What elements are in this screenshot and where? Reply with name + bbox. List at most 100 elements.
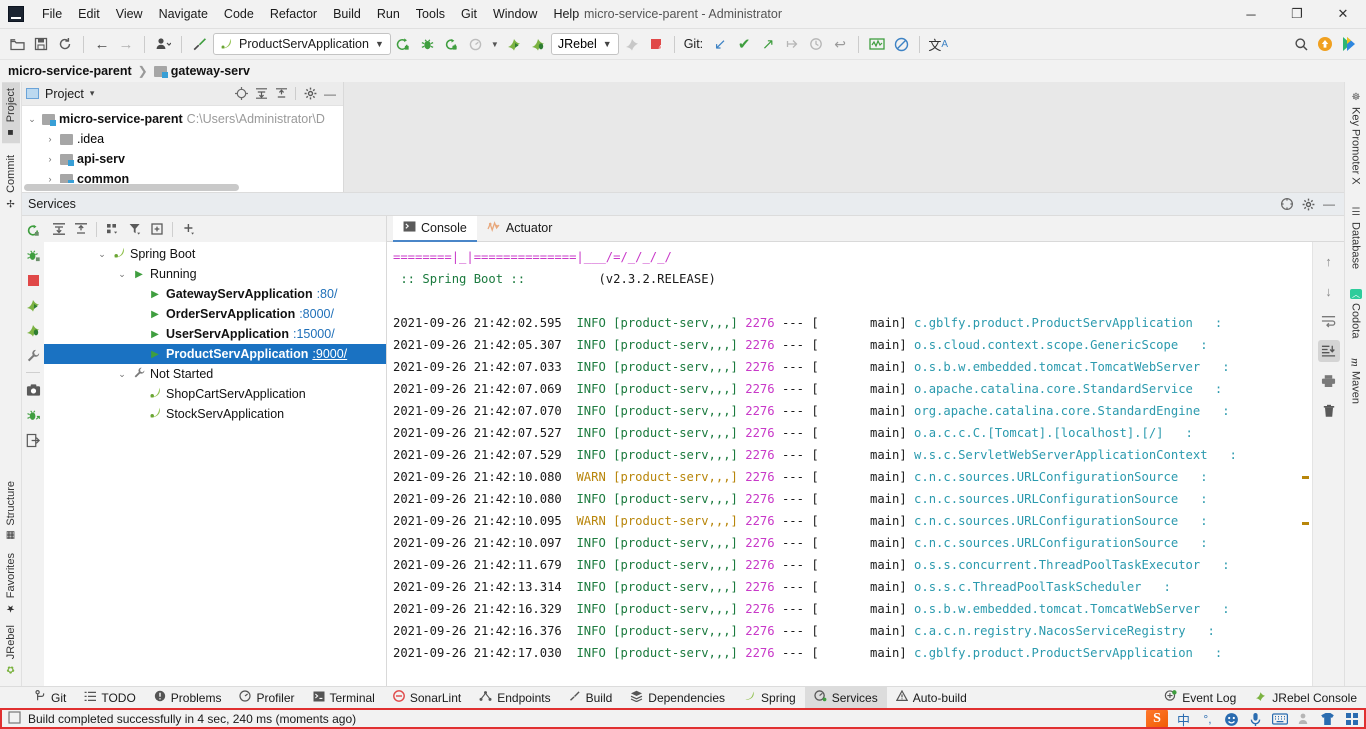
user-icon[interactable] <box>1295 711 1312 728</box>
monitor-icon[interactable] <box>866 33 888 55</box>
expand-all-icon[interactable] <box>252 85 270 103</box>
tab-console[interactable]: Console <box>393 215 477 242</box>
chevron-down-icon[interactable]: ▾ <box>90 88 95 99</box>
run-coverage-icon[interactable] <box>441 33 463 55</box>
sidebar-item-favorites[interactable]: ★ Favorites <box>2 547 20 619</box>
sync-icon[interactable] <box>54 33 76 55</box>
soft-wrap-icon[interactable] <box>1318 310 1340 332</box>
sidebar-item-commit[interactable]: ✢ Commit <box>2 149 20 214</box>
bottom-tab-terminal[interactable]: Terminal <box>304 687 384 709</box>
bottom-tab-build[interactable]: Build <box>560 687 622 709</box>
tree-node-product-serv-application[interactable]: ▶ ProductServApplication :9000/ <box>44 344 386 364</box>
chevron-right-icon[interactable]: › <box>44 134 56 144</box>
expand-all-icon[interactable] <box>49 220 68 239</box>
menu-run[interactable]: Run <box>369 3 408 25</box>
run-configuration-selector[interactable]: ProductServApplication ▼ <box>213 33 391 55</box>
skin-icon[interactable] <box>1319 711 1336 728</box>
tab-actuator[interactable]: Actuator <box>477 216 563 242</box>
jrebel-selector[interactable]: JRebel ▼ <box>550 33 619 55</box>
collapse-all-icon[interactable] <box>71 220 90 239</box>
scroll-to-end-icon[interactable] <box>1317 340 1340 362</box>
scroll-down-icon[interactable]: ↓ <box>1318 280 1340 302</box>
sidebar-item-maven[interactable]: m Maven <box>1347 352 1365 410</box>
filter-icon[interactable] <box>125 220 144 239</box>
trash-icon[interactable] <box>1318 400 1340 422</box>
menu-git[interactable]: Git <box>453 3 485 25</box>
git-update-icon[interactable]: ↙ <box>709 33 731 55</box>
menu-tools[interactable]: Tools <box>408 3 453 25</box>
horizontal-scrollbar[interactable] <box>22 183 343 192</box>
jrebel-disabled-icon[interactable] <box>621 33 643 55</box>
tree-row[interactable]: › .idea <box>22 129 343 149</box>
punctuation-icon[interactable]: °, <box>1199 711 1216 728</box>
navigate-back-icon[interactable]: ← <box>91 33 113 55</box>
rerun-icon[interactable] <box>25 222 41 238</box>
bottom-tab-services[interactable]: Services <box>804 686 887 709</box>
bottom-tab-endpoints[interactable]: Endpoints <box>470 687 559 709</box>
wrench-icon[interactable] <box>25 347 41 363</box>
debug-icon[interactable] <box>25 247 41 263</box>
profiler-icon[interactable] <box>465 33 487 55</box>
stop-red-icon[interactable]: 4 <box>645 33 667 55</box>
add-frame-icon[interactable] <box>147 220 166 239</box>
user-profile-icon[interactable] <box>152 33 174 55</box>
settings-gear-icon[interactable] <box>301 85 319 103</box>
bottom-tab-profiler[interactable]: Profiler <box>230 687 303 709</box>
hide-icon[interactable]: — <box>1320 195 1338 213</box>
bottom-tab-auto-build[interactable]: Auto-build <box>887 687 976 709</box>
sidebar-item-structure[interactable]: ▦ Structure <box>2 475 20 547</box>
chevron-down-icon[interactable]: ⌄ <box>26 114 38 125</box>
services-tree[interactable]: ⌄ Spring Boot ⌄ ▶ Running ▶ GatewayServA… <box>44 242 386 686</box>
build-hammer-icon[interactable] <box>189 33 211 55</box>
tree-node-order-serv-application[interactable]: ▶ OrderServApplication :8000/ <box>44 304 386 324</box>
bottom-tab-jrebel-console[interactable]: JRebel Console <box>1245 687 1366 709</box>
sidebar-item-database[interactable]: ☰ Database <box>1347 201 1365 275</box>
git-push-icon[interactable]: ↗ <box>757 33 779 55</box>
sidebar-item-jrebel[interactable]: ✿ JRebel <box>2 619 20 680</box>
service-port-link[interactable]: :80/ <box>317 287 338 301</box>
run-icon[interactable] <box>393 33 415 55</box>
navigate-forward-icon[interactable]: → <box>115 33 137 55</box>
stop-icon[interactable] <box>25 272 41 288</box>
bottom-tab-problems[interactable]: Problems <box>145 687 231 709</box>
locate-icon[interactable] <box>232 85 250 103</box>
camera-icon[interactable] <box>25 382 41 398</box>
profiler-dropdown-icon[interactable]: ▼ <box>489 33 501 55</box>
bottom-tab-spring[interactable]: Spring <box>734 687 805 709</box>
tree-node-spring-boot[interactable]: ⌄ Spring Boot <box>44 244 386 264</box>
jrebel-debug-icon[interactable] <box>25 322 41 338</box>
service-port-link[interactable]: :15000/ <box>293 327 335 341</box>
tree-row[interactable]: › api-serv <box>22 149 343 169</box>
tree-node-gateway-serv-application[interactable]: ▶ GatewayServApplication :80/ <box>44 284 386 304</box>
collapse-all-icon[interactable] <box>272 85 290 103</box>
add-icon[interactable] <box>179 220 198 239</box>
close-button[interactable]: ✕ <box>1320 0 1366 29</box>
menu-window[interactable]: Window <box>485 3 545 25</box>
help-icon[interactable] <box>1278 195 1296 213</box>
bottom-tab-git[interactable]: Git <box>26 687 75 709</box>
minimize-button[interactable]: ─ <box>1228 0 1274 29</box>
menu-view[interactable]: View <box>108 3 151 25</box>
chevron-down-icon[interactable]: ▼ <box>603 39 612 49</box>
exit-icon[interactable] <box>25 432 41 448</box>
console-scrollbar[interactable] <box>1299 242 1312 686</box>
scrollbar-thumb[interactable] <box>24 184 239 191</box>
bottom-tab-todo[interactable]: TODO <box>75 687 144 709</box>
tree-row[interactable]: ⌄ micro-service-parent C:\Users\Administ… <box>22 109 343 129</box>
chinese-mode-icon[interactable]: 中 <box>1175 711 1192 728</box>
service-port-link[interactable]: :9000/ <box>312 347 347 361</box>
sidebar-item-project[interactable]: ■ Project <box>1 82 20 144</box>
menu-edit[interactable]: Edit <box>70 3 108 25</box>
tree-node-user-serv-application[interactable]: ▶ UserServApplication :15000/ <box>44 324 386 344</box>
scrollbar-warn-mark[interactable] <box>1302 522 1309 526</box>
tree-node-stock-serv-application[interactable]: StockServApplication <box>44 404 386 424</box>
git-revert-icon[interactable]: ↩ <box>829 33 851 55</box>
emoji-icon[interactable] <box>1223 711 1240 728</box>
ide-icon[interactable] <box>1338 33 1360 55</box>
chevron-down-icon[interactable]: ⌄ <box>116 269 128 280</box>
git-commit-icon[interactable]: ✔ <box>733 33 755 55</box>
project-tree[interactable]: ⌄ micro-service-parent C:\Users\Administ… <box>22 106 343 192</box>
chevron-down-icon[interactable]: ⌄ <box>96 249 108 260</box>
menu-code[interactable]: Code <box>216 3 262 25</box>
breadcrumb-root[interactable]: micro-service-parent <box>8 64 132 78</box>
